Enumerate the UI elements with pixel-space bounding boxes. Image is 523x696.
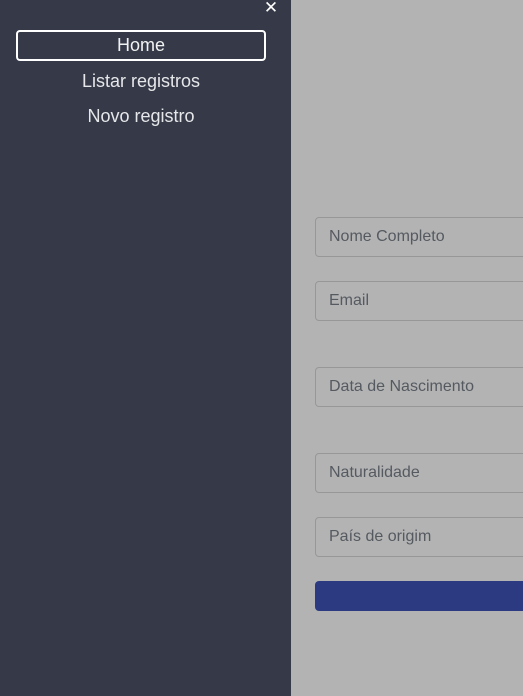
full-name-input[interactable] [315,217,523,257]
main-content [291,0,523,696]
sidebar-item-listar-registros[interactable]: Listar registros [16,66,266,97]
sidebar-item-home[interactable]: Home [16,30,266,61]
country-of-origin-input[interactable] [315,517,523,557]
sidebar-item-novo-registro[interactable]: Novo registro [16,101,266,132]
birthplace-input[interactable] [315,453,523,493]
side-navigation: ✕ Home Listar registros Novo registro [0,0,291,696]
submit-button[interactable] [315,581,523,611]
birth-date-input[interactable] [315,367,523,407]
close-icon[interactable]: ✕ [262,0,280,18]
email-input[interactable] [315,281,523,321]
